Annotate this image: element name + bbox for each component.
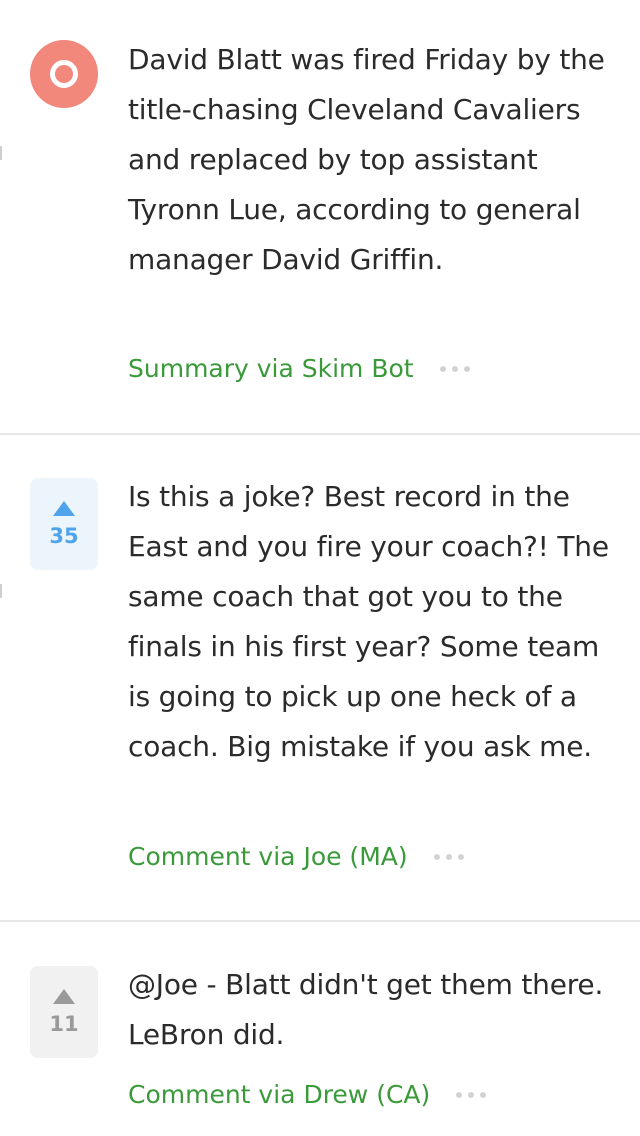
summary-meta-label[interactable]: Summary via Skim Bot <box>128 354 414 384</box>
vote-count: 11 <box>49 1012 79 1036</box>
comment-text: @Joe - Blatt didn't get them there. LeBr… <box>128 968 604 1051</box>
summary-text: David Blatt was fired Friday by the titl… <box>128 43 605 276</box>
upvote-arrow-icon <box>53 989 75 1004</box>
comment-meta-label[interactable]: Comment via Drew (CA) <box>128 1080 430 1110</box>
upvote-arrow-icon <box>53 501 75 516</box>
skim-bot-logo-icon[interactable] <box>30 40 98 108</box>
summary-attribution: Summary via Skim Bot <box>128 354 470 384</box>
upvote-button[interactable]: 35 <box>30 478 98 570</box>
comment-meta-label[interactable]: Comment via Joe (MA) <box>128 842 408 872</box>
comment-text: Is this a joke? Best record in the East … <box>128 480 609 763</box>
vote-count: 35 <box>49 524 79 548</box>
logo-ring <box>50 60 78 88</box>
comment-attribution: Comment via Drew (CA) <box>128 1080 487 1110</box>
comment-feed: David Blatt was fired Friday by the titl… <box>0 0 640 1136</box>
more-options-icon[interactable] <box>439 354 470 384</box>
more-options-icon[interactable] <box>456 1080 487 1110</box>
comment-attribution: Comment via Joe (MA) <box>128 842 464 872</box>
upvote-button[interactable]: 11 <box>30 966 98 1058</box>
edge-marker <box>0 584 2 598</box>
more-options-icon[interactable] <box>433 842 464 872</box>
edge-marker <box>0 146 2 160</box>
